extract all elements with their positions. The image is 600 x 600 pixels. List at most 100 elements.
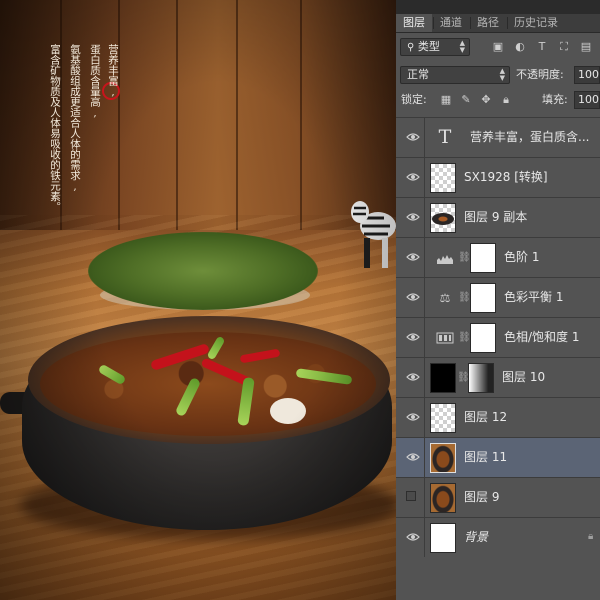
divider bbox=[424, 158, 425, 197]
poem-text-block: 营养丰富, 蛋白质含量高, 氨基酸组成更适合人体的需求, 富含矿物质及人体易吸收… bbox=[0, 44, 396, 244]
layer-row[interactable]: ⛓ 色相/饱和度 1 bbox=[396, 317, 600, 357]
levels-adjustment-icon bbox=[437, 255, 453, 264]
opacity-label: 不透明度: bbox=[516, 68, 564, 81]
eye-icon[interactable] bbox=[406, 531, 420, 543]
layer-filter-row: ⚲ 类型 ▲ ▼ ▣ ◐ T ⛶ ▤ bbox=[396, 36, 600, 62]
divider bbox=[424, 318, 425, 357]
eye-icon[interactable] bbox=[406, 171, 420, 183]
divider bbox=[424, 278, 425, 317]
eye-icon[interactable] bbox=[406, 211, 420, 223]
divider bbox=[424, 238, 425, 277]
layer-row[interactable]: 图层 12 bbox=[396, 397, 600, 437]
layer-thumbnail bbox=[430, 363, 456, 393]
layer-row[interactable]: ⛓ 图层 10 bbox=[396, 357, 600, 397]
divider bbox=[424, 518, 425, 557]
layer-row[interactable]: ⛓ 色阶 1 bbox=[396, 237, 600, 277]
eye-icon[interactable] bbox=[406, 411, 420, 423]
link-icon[interactable]: ⛓ bbox=[458, 330, 471, 346]
layer-thumbnail bbox=[430, 523, 456, 553]
eye-icon[interactable] bbox=[406, 371, 420, 383]
layer-row[interactable]: 背景 🔒︎ bbox=[396, 517, 600, 557]
tab-channels[interactable]: 通道 bbox=[434, 14, 468, 32]
divider bbox=[424, 118, 425, 157]
layer-thumbnail bbox=[430, 163, 456, 193]
eye-icon[interactable] bbox=[406, 131, 420, 143]
divider bbox=[424, 438, 425, 477]
food-thumbnail-image bbox=[432, 213, 454, 225]
layer-name: 色阶 1 bbox=[504, 250, 540, 264]
layer-name: 色彩平衡 1 bbox=[504, 290, 564, 304]
layer-name: 图层 11 bbox=[464, 450, 508, 464]
tab-history[interactable]: 历史记录 bbox=[508, 14, 564, 32]
select-arrows-icon: ▲ ▼ bbox=[459, 39, 465, 54]
layer-name: SX1928 [转换] bbox=[464, 170, 548, 184]
layer-mask-thumbnail bbox=[470, 243, 496, 273]
layer-name: 图层 12 bbox=[464, 410, 508, 424]
pixel-filter-icon[interactable]: ▣ bbox=[492, 41, 504, 53]
panel-tab-bar: 图层 通道 路径 历史记录 bbox=[396, 14, 600, 33]
blend-mode-select[interactable]: 正常 ▲ ▼ bbox=[400, 66, 510, 84]
layer-mask-thumbnail bbox=[470, 283, 496, 313]
filter-kind-label: 类型 bbox=[417, 40, 440, 53]
layer-row[interactable]: T 营养丰富，蛋白质含... bbox=[396, 117, 600, 157]
layers-panel: 图层 通道 路径 历史记录 ⚲ 类型 ▲ ▼ ▣ ◐ T ⛶ ▤ 正常 ▲ ▼ 不透… bbox=[396, 14, 600, 600]
link-icon[interactable]: ⛓ bbox=[458, 290, 471, 306]
select-arrows-icon: ▲ ▼ bbox=[499, 67, 505, 82]
color-balance-icon: ⚖ bbox=[439, 291, 451, 305]
lock-label: 锁定: bbox=[401, 93, 427, 106]
layer-name: 背景 bbox=[464, 530, 489, 544]
layer-name: 图层 9 副本 bbox=[464, 210, 528, 224]
lock-transparency-icon[interactable]: ▦ bbox=[440, 94, 452, 106]
visibility-toggle-off[interactable] bbox=[406, 491, 416, 501]
fill-label: 填充: bbox=[542, 93, 568, 106]
opacity-input[interactable]: 100% bbox=[574, 66, 600, 84]
layer-thumbnail bbox=[430, 443, 456, 473]
tab-layers[interactable]: 图层 bbox=[396, 14, 432, 32]
layer-name: 图层 10 bbox=[502, 370, 546, 384]
lock-paint-icon[interactable]: ✎ bbox=[460, 94, 472, 106]
text-layer-icon: T bbox=[438, 126, 452, 148]
hue-saturation-icon bbox=[436, 332, 454, 344]
lock-position-icon[interactable]: ✥ bbox=[480, 94, 492, 106]
layer-mask-thumbnail bbox=[468, 363, 494, 393]
divider bbox=[424, 478, 425, 517]
layer-row[interactable]: SX1928 [转换] bbox=[396, 157, 600, 197]
filter-kind-select[interactable]: ⚲ 类型 ▲ ▼ bbox=[400, 38, 470, 56]
divider bbox=[424, 398, 425, 437]
layer-name: 营养丰富，蛋白质含... bbox=[470, 130, 590, 144]
layer-thumbnail bbox=[430, 203, 456, 233]
eye-icon[interactable] bbox=[406, 251, 420, 263]
link-icon[interactable]: ⛓ bbox=[458, 250, 471, 266]
blend-mode-label: 正常 bbox=[407, 68, 429, 81]
layer-row[interactable]: 图层 9 bbox=[396, 477, 600, 517]
divider bbox=[424, 358, 425, 397]
layer-name: 图层 9 bbox=[464, 490, 500, 504]
shape-filter-icon[interactable]: ⛶ bbox=[558, 41, 570, 53]
layer-row-selected[interactable]: 图层 11 bbox=[396, 437, 600, 477]
blend-opacity-row: 正常 ▲▼ 不透明度: 100% bbox=[396, 64, 600, 90]
poem-line-4: 富含矿物质及人体易吸收的铁元素。 bbox=[49, 44, 61, 212]
lock-fill-row: 锁定: ▦ ✎ ✥ 🔒︎ 填充: 100% bbox=[396, 90, 600, 116]
lock-icon: 🔒︎ bbox=[588, 531, 594, 542]
lock-all-icon[interactable]: 🔒︎ bbox=[500, 94, 512, 106]
search-icon: ⚲ bbox=[407, 42, 415, 53]
layer-mask-thumbnail bbox=[470, 323, 496, 353]
document-canvas[interactable]: 营养丰富, 蛋白质含量高, 氨基酸组成更适合人体的需求, 富含矿物质及人体易吸收… bbox=[0, 0, 396, 600]
poem-line-1: 营养丰富, bbox=[107, 44, 119, 98]
layer-name: 色相/饱和度 1 bbox=[504, 330, 580, 344]
eye-icon[interactable] bbox=[406, 291, 420, 303]
link-icon[interactable]: ⛓ bbox=[457, 370, 470, 386]
layer-row[interactable]: 图层 9 副本 bbox=[396, 197, 600, 237]
type-filter-icon[interactable]: T bbox=[536, 41, 548, 53]
tab-paths[interactable]: 路径 bbox=[471, 14, 505, 32]
layer-thumbnail bbox=[430, 483, 456, 513]
layer-thumbnail bbox=[430, 403, 456, 433]
poem-line-3: 氨基酸组成更适合人体的需求, bbox=[69, 44, 81, 193]
eye-icon[interactable] bbox=[406, 331, 420, 343]
fill-input[interactable]: 100% bbox=[574, 91, 600, 109]
layer-row[interactable]: ⚖ ⛓ 色彩平衡 1 bbox=[396, 277, 600, 317]
smart-object-filter-icon[interactable]: ▤ bbox=[580, 41, 592, 53]
eye-icon[interactable] bbox=[406, 451, 420, 463]
adjustment-filter-icon[interactable]: ◐ bbox=[514, 41, 526, 53]
divider bbox=[424, 198, 425, 237]
